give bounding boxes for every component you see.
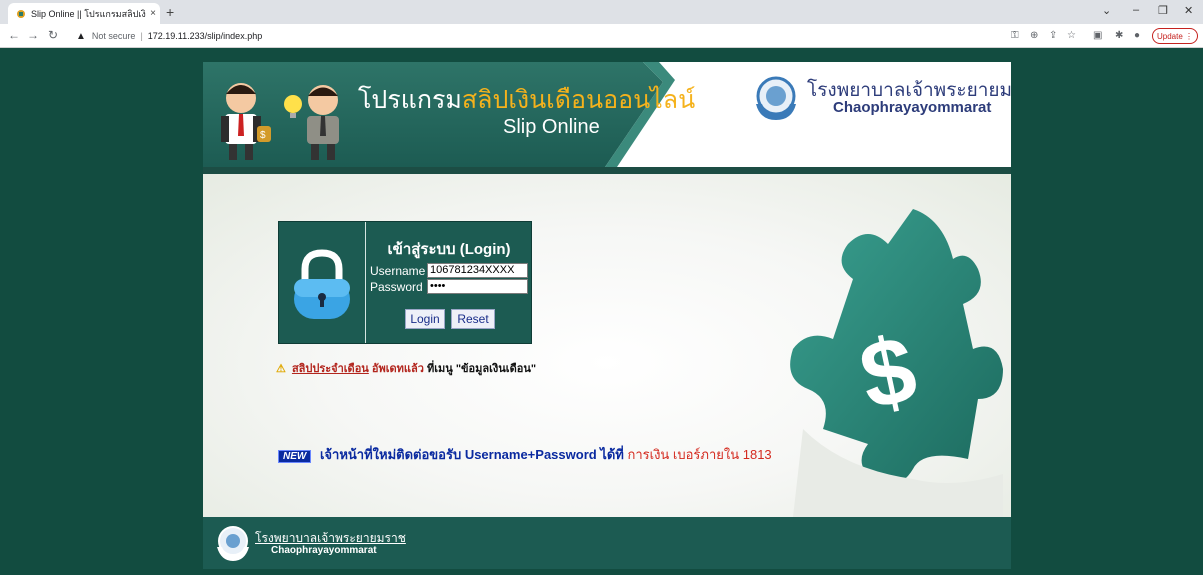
finance-contact-text: การเงิน เบอร์ภายใน 1813 xyxy=(627,447,772,462)
omnibox[interactable]: ▲ Not secure | 172.19.11.233/slip/index.… xyxy=(76,27,262,45)
new-badge: NEW xyxy=(278,450,312,463)
reset-button[interactable]: Reset xyxy=(451,309,495,329)
puzzle-icon[interactable]: ✱ xyxy=(1115,30,1123,41)
puzzle-dollar-icon: $ xyxy=(790,209,1003,517)
key-icon[interactable]: ⚿ xyxy=(1011,30,1019,41)
profile-icon[interactable]: ● xyxy=(1134,30,1140,41)
notice-menu-text: ที่เมนู "ข้อมูลเงินเดือน" xyxy=(426,363,537,375)
main-content: เข้าสู่ระบบ (Login) Username 106781234XX… xyxy=(203,174,1011,517)
businessmen-illustration-icon: $ xyxy=(221,83,339,160)
address-toolbar: ← → ↻ ▲ Not secure | 172.19.11.233/slip/… xyxy=(0,24,1203,48)
password-input[interactable]: •••• xyxy=(427,279,528,294)
hospital-name-english: Chaophrayayommarat xyxy=(833,99,992,116)
page-container: $ โปรแกรมสลิปเงินเดือนออนไลน์ Slip Onlin… xyxy=(203,62,1011,569)
hospital-logo-icon xyxy=(756,76,796,120)
site-footer: โรงพยาบาลเจ้าพระยายมราช Chaophrayayommar… xyxy=(203,517,1011,569)
warning-icon: ▲ xyxy=(76,30,86,42)
update-button[interactable]: Update ⋮ xyxy=(1152,28,1198,44)
footer-hospital-name-english: Chaophrayayommarat xyxy=(271,545,377,556)
browser-tab[interactable]: Slip Online || โปรแกรมสลิปเงินเดือนออ × xyxy=(8,3,160,24)
header-divider xyxy=(203,167,1011,174)
tab-title: Slip Online || โปรแกรมสลิปเงินเดือนออ xyxy=(31,8,146,19)
login-form: เข้าสู่ระบบ (Login) Username 106781234XX… xyxy=(367,222,531,343)
divider: | xyxy=(140,31,143,41)
reload-icon[interactable]: ↻ xyxy=(48,28,58,42)
security-label: Not secure xyxy=(91,31,136,41)
url-text: 172.19.11.233/slip/index.php xyxy=(147,31,263,41)
site-header: $ โปรแกรมสลิปเงินเดือนออนไลน์ Slip Onlin… xyxy=(203,62,1011,174)
extensions-icon[interactable]: ▣ xyxy=(1093,30,1102,41)
tab-search-icon[interactable]: ⌄ xyxy=(1102,4,1111,17)
maximize-icon[interactable]: ❐ xyxy=(1158,4,1168,17)
zoom-icon[interactable]: ⊕ xyxy=(1030,30,1038,41)
new-tab-button[interactable]: + xyxy=(166,4,174,20)
salary-notice: ⚠ สลิปประจำเดือน อัพเดทแล้ว ที่เมนู "ข้อ… xyxy=(276,359,536,377)
page-title: โปรแกรมสลิปเงินเดือนออนไลน์ xyxy=(358,80,695,120)
update-label: Update xyxy=(1156,31,1183,41)
title-prefix: โปรแกรม xyxy=(358,86,462,114)
updated-text: อัพเดทแล้ว xyxy=(371,363,424,375)
username-input[interactable]: 106781234XXXX xyxy=(427,263,528,278)
tab-close-icon[interactable]: × xyxy=(146,8,160,19)
username-label: Username xyxy=(370,264,426,278)
page-subtitle: Slip Online xyxy=(503,116,600,138)
minimize-icon[interactable]: – xyxy=(1133,4,1139,16)
login-title: เข้าสู่ระบบ (Login) xyxy=(387,241,511,258)
footer-hospital-logo-icon xyxy=(217,526,249,561)
close-window-icon[interactable]: ✕ xyxy=(1184,4,1193,17)
back-icon[interactable]: ← xyxy=(8,28,20,42)
forward-icon[interactable]: → xyxy=(27,28,39,42)
salary-slip-link[interactable]: สลิปประจำเดือน xyxy=(292,363,369,375)
warning-icon: ⚠ xyxy=(276,363,286,375)
lock-panel xyxy=(279,222,366,343)
new-staff-text: เจ้าหน้าที่ใหม่ติดต่อขอรับ Username+Pass… xyxy=(319,447,624,462)
new-staff-notice: NEW เจ้าหน้าที่ใหม่ติดต่อขอรับ Username+… xyxy=(278,444,772,465)
login-button[interactable]: Login xyxy=(405,309,445,329)
star-icon[interactable]: ☆ xyxy=(1067,30,1076,41)
browser-tab-bar: Slip Online || โปรแกรมสลิปเงินเดือนออ × … xyxy=(0,0,1203,24)
padlock-icon xyxy=(294,249,350,319)
svg-text:$: $ xyxy=(260,130,266,141)
title-highlight: สลิปเงินเดือนออนไลน์ xyxy=(461,86,696,114)
site-favicon-icon xyxy=(17,9,25,18)
login-box: เข้าสู่ระบบ (Login) Username 106781234XX… xyxy=(278,221,532,344)
menu-icon: ⋮ xyxy=(1185,31,1194,41)
share-icon[interactable]: ⇪ xyxy=(1049,30,1057,41)
password-label: Password xyxy=(370,280,423,294)
